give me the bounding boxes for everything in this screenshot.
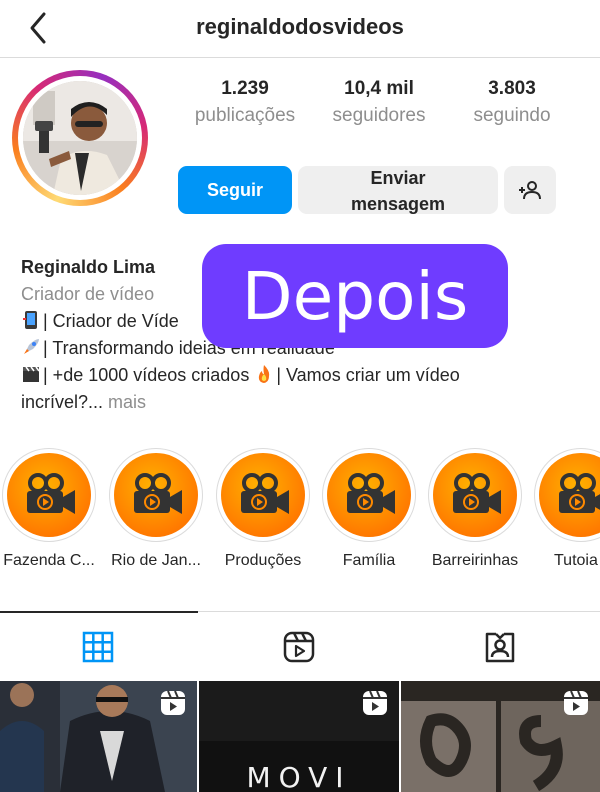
highlight-item[interactable]: Produções bbox=[216, 448, 310, 570]
profile-header: reginaldodosvideos bbox=[0, 0, 600, 58]
highlight-label: Produções bbox=[224, 552, 302, 569]
reels-icon bbox=[283, 631, 315, 663]
more-link[interactable]: mais bbox=[108, 392, 146, 412]
movie-camera-icon bbox=[453, 473, 501, 514]
page-title: reginaldodosvideos bbox=[196, 14, 404, 39]
highlight-label: Fazenda C... bbox=[3, 552, 95, 569]
highlight-item[interactable]: Tutoia bbox=[534, 448, 600, 570]
stat-following-label: seguindo bbox=[473, 105, 551, 126]
active-tab-indicator bbox=[0, 611, 198, 613]
clapperboard-icon bbox=[23, 366, 40, 382]
message-button[interactable]: Enviar mensagem bbox=[298, 166, 498, 214]
depois-overlay: Depois bbox=[202, 244, 508, 348]
tab-tagged[interactable] bbox=[483, 630, 517, 664]
suggest-people-button[interactable] bbox=[504, 166, 556, 214]
movie-camera-icon bbox=[347, 473, 395, 514]
add-person-icon bbox=[519, 181, 541, 200]
highlight-label: Família bbox=[342, 552, 396, 569]
stat-following[interactable]: 3.803 seguindo bbox=[460, 78, 564, 127]
message-button-line1: Enviar bbox=[370, 168, 426, 188]
stat-followers[interactable]: 10,4 mil seguidores bbox=[320, 78, 438, 127]
tagged-icon bbox=[485, 632, 515, 663]
avatar-photo bbox=[23, 81, 137, 195]
stat-posts-label: publicações bbox=[194, 105, 296, 126]
reel-badge-icon bbox=[161, 690, 185, 715]
avatar[interactable] bbox=[23, 81, 137, 195]
highlight-item[interactable]: Barreirinhas bbox=[428, 448, 522, 570]
post-tile[interactable]: MOVI bbox=[199, 681, 399, 792]
highlight-label: Rio de Jan... bbox=[111, 552, 201, 569]
stat-followers-value: 10,4 mil bbox=[344, 78, 414, 99]
post-tile[interactable] bbox=[401, 681, 600, 792]
grid-icon bbox=[82, 631, 114, 663]
tab-posts[interactable] bbox=[81, 630, 115, 664]
bio-line-4: incrível?... mais bbox=[21, 392, 147, 412]
profile-tabs bbox=[0, 611, 600, 681]
movie-camera-icon bbox=[134, 473, 182, 514]
highlight-item[interactable]: Fazenda C... bbox=[2, 448, 96, 570]
story-ring[interactable] bbox=[12, 70, 148, 206]
reel-badge-icon bbox=[363, 690, 387, 715]
bio-line-3: | +de 1000 vídeos criados | Vamos criar … bbox=[21, 362, 591, 389]
rocket-icon bbox=[24, 339, 39, 354]
post-caption: MOVI bbox=[246, 761, 352, 792]
stat-posts-value: 1.239 bbox=[221, 78, 269, 99]
post-tile[interactable] bbox=[0, 681, 197, 792]
follow-button[interactable]: Seguir bbox=[178, 166, 292, 214]
highlight-item[interactable]: Família bbox=[322, 448, 416, 570]
highlight-label: Tutoia bbox=[554, 552, 598, 569]
mobile-phone-icon bbox=[23, 311, 37, 329]
reel-badge-icon bbox=[564, 690, 588, 715]
movie-camera-icon bbox=[241, 473, 289, 514]
message-button-line2: mensagem bbox=[350, 194, 446, 214]
stat-posts[interactable]: 1.239 publicações bbox=[186, 78, 304, 127]
fire-icon bbox=[259, 365, 270, 383]
stat-followers-label: seguidores bbox=[332, 105, 426, 126]
highlight-item[interactable]: Rio de Jan... bbox=[109, 448, 203, 570]
highlight-label: Barreirinhas bbox=[431, 552, 519, 569]
stat-following-value: 3.803 bbox=[488, 78, 536, 99]
movie-camera-icon bbox=[559, 473, 600, 513]
tab-reels[interactable] bbox=[282, 630, 316, 664]
movie-camera-icon bbox=[27, 473, 75, 514]
